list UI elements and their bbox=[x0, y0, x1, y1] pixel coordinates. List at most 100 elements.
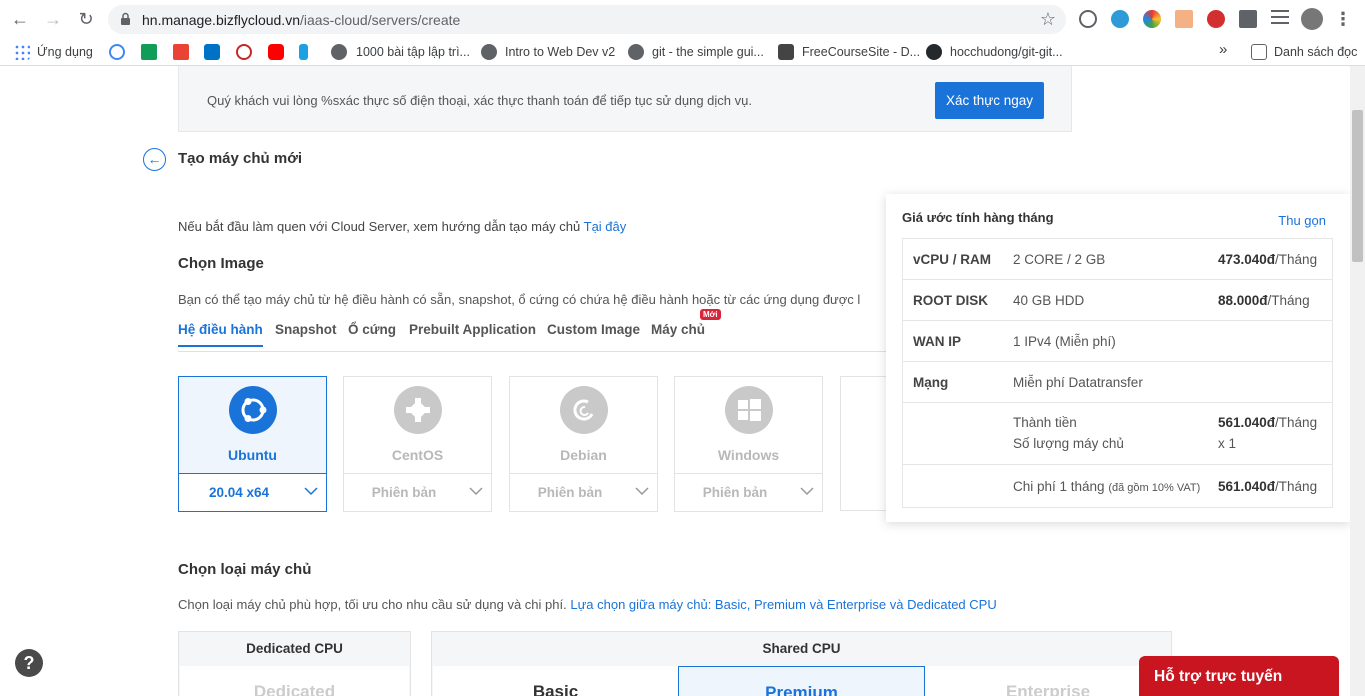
bookmark-link[interactable]: git - the simple gui... bbox=[652, 44, 764, 60]
price-row: ROOT DISK 40 GB HDD 88.000đ/Tháng bbox=[903, 280, 1332, 321]
image-tabs: Hệ điều hành Snapshot Ổ cứng Prebuilt Ap… bbox=[178, 309, 890, 352]
bookmark-apps[interactable]: Ứng dụng bbox=[37, 44, 93, 60]
bookmarks-bar: Ứng dụng 1000 bài tập lập trì... Intro t… bbox=[0, 38, 1365, 66]
page-scrollbar[interactable] bbox=[1350, 66, 1365, 696]
bookmark-link[interactable]: 1000 bài tập lập trì... bbox=[356, 44, 470, 60]
os-card-windows[interactable]: Windows Phiên bản bbox=[674, 376, 823, 512]
total-row: Thành tiền Số lượng máy chủ 561.040đ/Thá… bbox=[903, 403, 1332, 465]
link-icon bbox=[331, 44, 347, 60]
guide-text: Nếu bắt đầu làm quen với Cloud Server, x… bbox=[178, 219, 627, 234]
slack-icon[interactable] bbox=[141, 44, 157, 60]
image-description: Bạn có thể tạo máy chủ từ hệ điều hành c… bbox=[178, 292, 861, 307]
chevron-down-icon bbox=[304, 487, 318, 496]
adblock-icon[interactable] bbox=[1207, 10, 1225, 28]
chevron-down-icon bbox=[469, 487, 483, 496]
section-title-server-type: Chọn loại máy chủ bbox=[178, 561, 312, 578]
option-premium[interactable]: Premium bbox=[678, 666, 925, 696]
avatar[interactable] bbox=[1301, 8, 1323, 30]
back-arrow-icon[interactable]: ← bbox=[10, 9, 30, 29]
media-icon[interactable] bbox=[1271, 10, 1289, 28]
price-row: Mạng Miễn phí Datatransfer bbox=[903, 362, 1332, 403]
extension-icon[interactable] bbox=[1143, 10, 1161, 28]
version-select[interactable]: 20.04 x64 bbox=[178, 473, 327, 512]
forward-arrow-icon[interactable]: → bbox=[43, 9, 63, 29]
dedicated-cpu-group: Dedicated CPU Dedicated bbox=[178, 631, 411, 696]
debian-icon bbox=[560, 386, 608, 434]
windows-icon bbox=[725, 386, 773, 434]
group-label: Shared CPU bbox=[762, 641, 841, 656]
price-row: vCPU / RAM 2 CORE / 2 GB 473.040đ/Tháng bbox=[903, 239, 1332, 280]
bookmark-link[interactable]: Intro to Web Dev v2 bbox=[505, 44, 615, 60]
ubuntu-icon bbox=[229, 386, 277, 434]
collapse-link[interactable]: Thu gọn bbox=[1278, 213, 1326, 228]
tab-disk[interactable]: Ổ cứng bbox=[348, 322, 396, 337]
os-card-ubuntu[interactable]: Ubuntu 20.04 x64 bbox=[178, 376, 327, 512]
section-title-image: Chọn Image bbox=[178, 255, 264, 272]
os-card-centos[interactable]: CentOS Phiên bản bbox=[343, 376, 492, 512]
github-icon bbox=[926, 44, 942, 60]
puzzle-icon[interactable] bbox=[1239, 10, 1257, 28]
price-table: vCPU / RAM 2 CORE / 2 GB 473.040đ/Tháng … bbox=[902, 238, 1333, 508]
version-select[interactable]: Phiên bản bbox=[674, 473, 823, 512]
os-card-partial[interactable] bbox=[840, 376, 890, 511]
guide-link[interactable]: Tại đây bbox=[584, 219, 627, 234]
reading-list[interactable]: Danh sách đọc bbox=[1274, 44, 1357, 60]
tab-server[interactable]: Máy chủ bbox=[651, 322, 705, 337]
site-icon bbox=[778, 44, 794, 60]
bookmarks-overflow-icon[interactable]: » bbox=[1219, 42, 1227, 58]
monthly-row: Chi phí 1 tháng (đã gồm 10% VAT) 561.040… bbox=[1013, 479, 1318, 494]
os-name: CentOS bbox=[391, 447, 444, 463]
price-title: Giá ước tính hàng tháng bbox=[902, 210, 1054, 225]
extension-icon[interactable] bbox=[1175, 10, 1193, 28]
option-basic[interactable]: Basic bbox=[433, 666, 678, 696]
lock-icon bbox=[121, 12, 130, 25]
outlook-icon[interactable] bbox=[204, 44, 220, 60]
version-select[interactable]: Phiên bản bbox=[509, 473, 658, 512]
price-estimate-panel: Giá ước tính hàng tháng Thu gọn vCPU / R… bbox=[886, 194, 1350, 522]
server-type-description: Chọn loại máy chủ phù hợp, tối ưu cho nh… bbox=[178, 597, 997, 612]
centos-icon bbox=[394, 386, 442, 434]
scrollbar-thumb[interactable] bbox=[1352, 110, 1363, 262]
shared-cpu-group: Shared CPU Basic Premium Enterprise bbox=[431, 631, 1172, 696]
bookmark-site-icon[interactable] bbox=[299, 44, 308, 60]
new-badge: Mới bbox=[700, 309, 721, 320]
extension-icon[interactable] bbox=[1079, 10, 1097, 28]
search-site-icon[interactable] bbox=[236, 44, 252, 60]
option-enterprise[interactable]: Enterprise bbox=[925, 666, 1171, 696]
verify-now-button[interactable]: Xác thực ngay bbox=[935, 82, 1044, 119]
chevron-down-icon bbox=[635, 487, 649, 496]
os-name: Ubuntu bbox=[228, 447, 277, 463]
reading-list-icon bbox=[1251, 44, 1267, 60]
version-select[interactable]: Phiên bản bbox=[343, 473, 492, 512]
extension-icon[interactable] bbox=[1111, 10, 1129, 28]
chevron-down-icon bbox=[800, 487, 814, 496]
globe-icon bbox=[628, 44, 644, 60]
os-name: Debian bbox=[560, 447, 607, 463]
gmail-icon[interactable] bbox=[173, 44, 189, 60]
browser-toolbar: ← → ↻ hn.manage.bizflycloud.vn/iaas-clou… bbox=[0, 0, 1365, 38]
page-title: Tạo máy chủ mới bbox=[178, 150, 303, 167]
tab-prebuilt[interactable]: Prebuilt Application bbox=[409, 322, 536, 337]
option-dedicated[interactable]: Dedicated bbox=[180, 666, 409, 696]
globe-icon bbox=[481, 44, 497, 60]
tab-snapshot[interactable]: Snapshot bbox=[275, 322, 337, 337]
bookmark-link[interactable]: hocchudong/git-git... bbox=[950, 44, 1063, 60]
bookmark-star-icon[interactable]: ☆ bbox=[1040, 9, 1056, 30]
reload-icon[interactable]: ↻ bbox=[76, 9, 96, 29]
youtube-icon[interactable] bbox=[268, 44, 284, 60]
help-icon[interactable]: ? bbox=[15, 649, 43, 677]
tab-custom-image[interactable]: Custom Image bbox=[547, 322, 640, 337]
back-icon[interactable]: ← bbox=[143, 148, 166, 171]
apps-grid-icon bbox=[14, 44, 30, 60]
url-text: hn.manage.bizflycloud.vn/iaas-cloud/serv… bbox=[142, 12, 461, 28]
tab-os[interactable]: Hệ điều hành bbox=[178, 322, 263, 347]
menu-icon[interactable]: ⋮ bbox=[1333, 9, 1353, 29]
bookmark-link[interactable]: FreeCourseSite - D... bbox=[802, 44, 920, 60]
price-row: WAN IP 1 IPv4 (Miễn phí) bbox=[903, 321, 1332, 362]
verify-message: Quý khách vui lòng %sxác thực số điện th… bbox=[207, 93, 752, 108]
online-support-button[interactable]: Hỗ trợ trực tuyến bbox=[1139, 656, 1339, 696]
server-type-link[interactable]: Lựa chọn giữa máy chủ: Basic, Premium và… bbox=[570, 597, 996, 612]
google-icon[interactable] bbox=[109, 44, 125, 60]
os-card-debian[interactable]: Debian Phiên bản bbox=[509, 376, 658, 512]
address-bar[interactable]: hn.manage.bizflycloud.vn/iaas-cloud/serv… bbox=[108, 5, 1066, 34]
